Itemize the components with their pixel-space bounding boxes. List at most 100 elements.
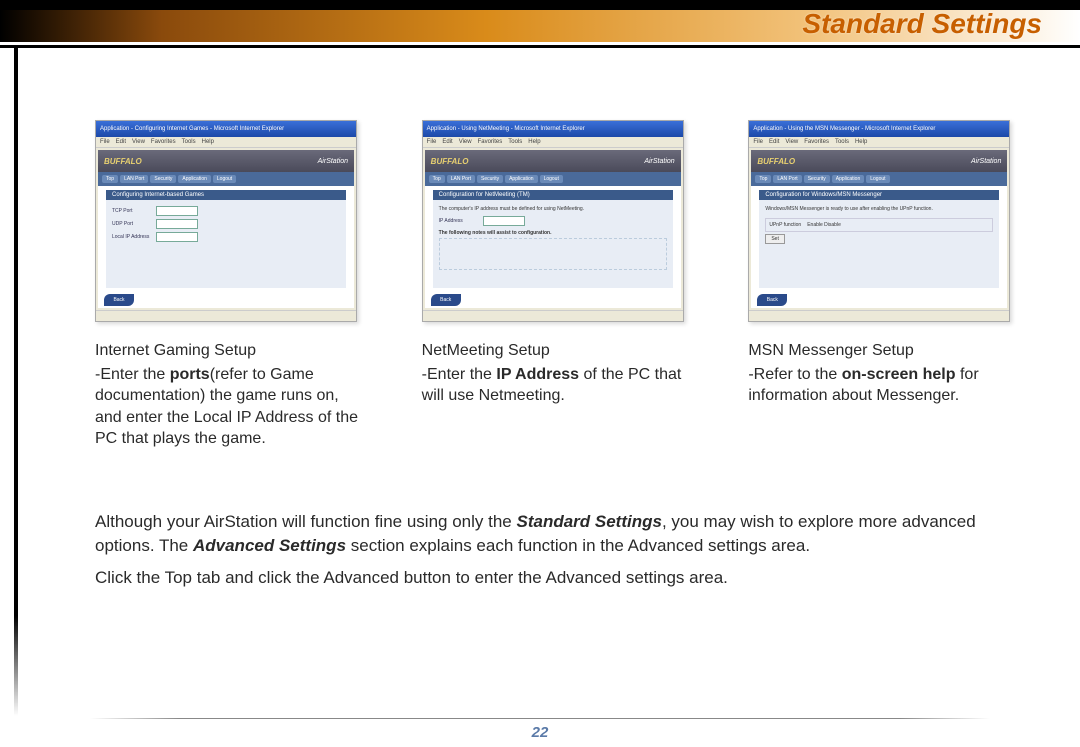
menu-item: Help [528,139,540,145]
menu-item: Edit [442,139,452,145]
nav-tabs: Top LAN Port Security Application Logout [751,172,1007,186]
menu-item: Tools [835,139,849,145]
menu-item: Tools [182,139,196,145]
set-button: Set [765,234,785,244]
section-title: Configuration for Windows/MSN Messenger [759,190,999,200]
caption-bold: on-screen help [842,366,956,383]
menu-item: Edit [116,139,126,145]
field-label: UDP Port [112,221,152,227]
menu-item: Edit [769,139,779,145]
window-menubar: File Edit View Favorites Tools Help [749,137,1009,148]
tab: Application [505,175,537,183]
toggle-label: UPnP function [769,222,801,228]
tab: Logout [540,175,563,183]
menu-item: Favorites [478,139,503,145]
column-netmeeting: Application - Using NetMeeting - Microso… [422,120,689,450]
tab: Logout [866,175,889,183]
menu-item: File [100,139,110,145]
window-titlebar: Application - Using the MSN Messenger - … [749,121,1009,137]
body-paragraph-1: Although your AirStation will function f… [95,510,1015,558]
caption-title: Internet Gaming Setup [95,340,362,362]
body-paragraph-2: Click the Top tab and click the Advanced… [95,566,1015,590]
caption-text: -Enter the [95,366,170,383]
product-label: AirStation [318,158,348,165]
brand-logo: BUFFALO [104,157,142,166]
caption-bold: IP Address [496,366,579,383]
window-menubar: File Edit View Favorites Tools Help [423,137,683,148]
form-panel: The computer's IP address must be define… [433,200,673,288]
screenshot-msn: Application - Using the MSN Messenger - … [748,120,1010,322]
menu-item: View [132,139,145,145]
left-rule [14,48,18,716]
tab: LAN Port [773,175,801,183]
para-text: section explains each function in the Ad… [346,536,810,555]
columns: Application - Configuring Internet Games… [95,120,1015,450]
screenshot-netmeeting: Application - Using NetMeeting - Microso… [422,120,684,322]
page-title: Standard Settings [802,8,1042,40]
menu-item: View [459,139,472,145]
panel-note: The following notes will assist to confi… [439,230,667,236]
field-input [156,206,198,216]
tab: Application [832,175,864,183]
caption-msn: MSN Messenger Setup -Refer to the on-scr… [748,340,1015,407]
menu-item: Help [855,139,867,145]
para-text: Although your AirStation will function f… [95,512,516,531]
caption-title: NetMeeting Setup [422,340,689,362]
field-input [156,219,198,229]
menu-item: Help [202,139,214,145]
statusbar [749,310,1009,321]
menu-item: File [427,139,437,145]
footer-rule [90,718,990,719]
tab: Top [429,175,445,183]
tab: Security [150,175,176,183]
tab: Application [178,175,210,183]
para-emph: Advanced Settings [193,536,346,555]
back-button: Back [431,294,461,306]
window-titlebar: Application - Configuring Internet Games… [96,121,356,137]
field-input [156,232,198,242]
tab: Security [477,175,503,183]
content-area: Application - Configuring Internet Games… [95,120,1015,589]
tab: LAN Port [120,175,148,183]
section-title: Configuration for NetMeeting (TM) [433,190,673,200]
panel-text: Windows/MSN Messenger is ready to use af… [765,206,993,212]
menu-item: Tools [508,139,522,145]
menu-item: File [753,139,763,145]
statusbar [96,310,356,321]
field-label: TCP Port [112,208,152,214]
tab: Security [804,175,830,183]
product-label: AirStation [971,158,1001,165]
nav-tabs: Top LAN Port Security Application Logout [98,172,354,186]
menu-item: Favorites [151,139,176,145]
field-label: Local IP Address [112,234,152,240]
caption-gaming: Internet Gaming Setup -Enter the ports(r… [95,340,362,450]
caption-netmeeting: NetMeeting Setup -Enter the IP Address o… [422,340,689,407]
menu-item: Favorites [804,139,829,145]
tab: Top [102,175,118,183]
caption-text: -Enter the [422,366,497,383]
panel-text: The computer's IP address must be define… [439,206,667,212]
column-msn: Application - Using the MSN Messenger - … [748,120,1015,450]
form-panel: Windows/MSN Messenger is ready to use af… [759,200,999,288]
caption-text: -Refer to the [748,366,841,383]
section-title: Configuring Internet-based Games [106,190,346,200]
caption-title: MSN Messenger Setup [748,340,1015,362]
product-label: AirStation [644,158,674,165]
tab: LAN Port [447,175,475,183]
menu-item: View [785,139,798,145]
tab: Logout [213,175,236,183]
window-menubar: File Edit View Favorites Tools Help [96,137,356,148]
back-button: Back [104,294,134,306]
field-label: IP Address [439,218,479,224]
brand-logo: BUFFALO [431,157,469,166]
window-titlebar: Application - Using NetMeeting - Microso… [423,121,683,137]
page-number: 22 [0,724,1080,741]
tab: Top [755,175,771,183]
screenshot-gaming: Application - Configuring Internet Games… [95,120,357,322]
header-band: Standard Settings [0,0,1080,48]
form-panel: TCP Port UDP Port Local IP Address [106,200,346,288]
brand-logo: BUFFALO [757,157,795,166]
back-button: Back [757,294,787,306]
caption-bold: ports [170,366,210,383]
para-emph: Standard Settings [516,512,661,531]
